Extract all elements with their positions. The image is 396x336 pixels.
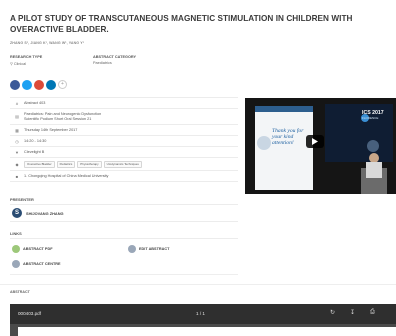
links-divider	[10, 274, 238, 275]
abstract-centre-link[interactable]: ABSTRACT CENTRE	[12, 260, 61, 268]
abstract-pdf-link[interactable]: ABSTRACT PDF	[12, 245, 53, 253]
event-place: FLORENCE	[362, 116, 379, 120]
abstract-page: A PILOT STUDY OF TRANSCUTANEOUS MAGNETIC…	[0, 0, 396, 336]
abstract-number: Abstract 403	[24, 100, 46, 105]
pdf-viewer[interactable]	[10, 324, 396, 336]
session-name: Paediatrics: Pain and Neurogenic Dysfunc…	[24, 111, 102, 121]
session-location: Clevelight B	[24, 149, 45, 154]
research-type-value: ⚲ Clinical	[10, 62, 27, 66]
print-icon[interactable]: ⎙	[370, 309, 375, 316]
page-title: A PILOT STUDY OF TRANSCUTANEOUS MAGNETIC…	[10, 14, 353, 34]
keyword-tag[interactable]: Physiotherapy	[77, 160, 102, 168]
keyword-tag[interactable]: Urodynamics Techniques	[103, 160, 142, 168]
share-bar: +	[10, 80, 67, 90]
building-icon: ■	[15, 173, 19, 179]
research-type-label: RESEARCH TYPE	[10, 55, 43, 59]
avatar: S	[12, 208, 22, 218]
list-icon	[12, 260, 20, 268]
keyword-tag[interactable]: Overactive Bladder	[24, 160, 55, 168]
google-plus-icon[interactable]	[34, 80, 44, 90]
clock-icon: ◷	[15, 138, 19, 144]
pdf-toolbar: 000403.pdf 1 / 1 ↻ ↧ ⎙	[10, 304, 396, 324]
section-divider	[0, 284, 396, 285]
institution: 1. Chongqing Hospital of China Medical U…	[24, 173, 109, 178]
twitter-icon[interactable]	[22, 80, 32, 90]
presenter-name[interactable]: SHIJOVANG ZHANG	[26, 211, 64, 216]
abstract-heading: ABSTRACT	[10, 290, 30, 294]
presenter-heading: PRESENTER	[10, 195, 238, 205]
links-heading: LINKS	[10, 229, 238, 239]
linkedin-icon[interactable]	[46, 80, 56, 90]
abstract-category-value: Paediatrics	[93, 61, 112, 65]
session-date: Thursday 14th September 2017	[24, 127, 78, 132]
pdf-page-indicator: 1 / 1	[196, 311, 205, 316]
facebook-icon[interactable]	[10, 80, 20, 90]
flask-icon: ⚲	[10, 62, 13, 66]
video-player[interactable]: Thank you for your kind attention! ICS 2…	[245, 98, 396, 194]
slide-text: Thank you for your kind attention!	[272, 128, 304, 147]
location-pin-icon: ▼	[15, 149, 19, 155]
session-time: 14:20 - 14:30	[24, 138, 47, 143]
session-icon: ▤	[15, 114, 19, 119]
download-icon[interactable]: ↧	[350, 309, 355, 316]
share-more-button[interactable]: +	[58, 80, 67, 89]
abstract-category-label: ABSTRACT CATEGORY	[93, 55, 137, 59]
edit-icon	[128, 245, 136, 253]
tag-icon: ◆	[15, 161, 19, 167]
hash-icon: #	[15, 100, 19, 106]
keyword-tag[interactable]: Pediatrics	[56, 160, 76, 168]
pdf-icon	[12, 245, 20, 253]
presenter-section: PRESENTER S SHIJOVANG ZHANG	[10, 195, 238, 222]
calendar-icon: ▦	[15, 127, 19, 133]
authors: ZHANG S¹, JIANG K¹, WANG W¹, YANG Y¹	[10, 41, 85, 45]
keyword-tags: Overactive Bladder Pediatrics Physiother…	[24, 160, 142, 168]
links-section: LINKS	[10, 229, 238, 239]
pdf-page	[18, 327, 396, 336]
pdf-filename: 000403.pdf	[18, 311, 41, 316]
rotate-icon[interactable]: ↻	[330, 309, 335, 316]
edit-abstract-link[interactable]: EDIT ABSTRACT	[128, 245, 169, 253]
session-info: # Abstract 403 ▤ Paediatrics: Pain and N…	[10, 97, 238, 182]
